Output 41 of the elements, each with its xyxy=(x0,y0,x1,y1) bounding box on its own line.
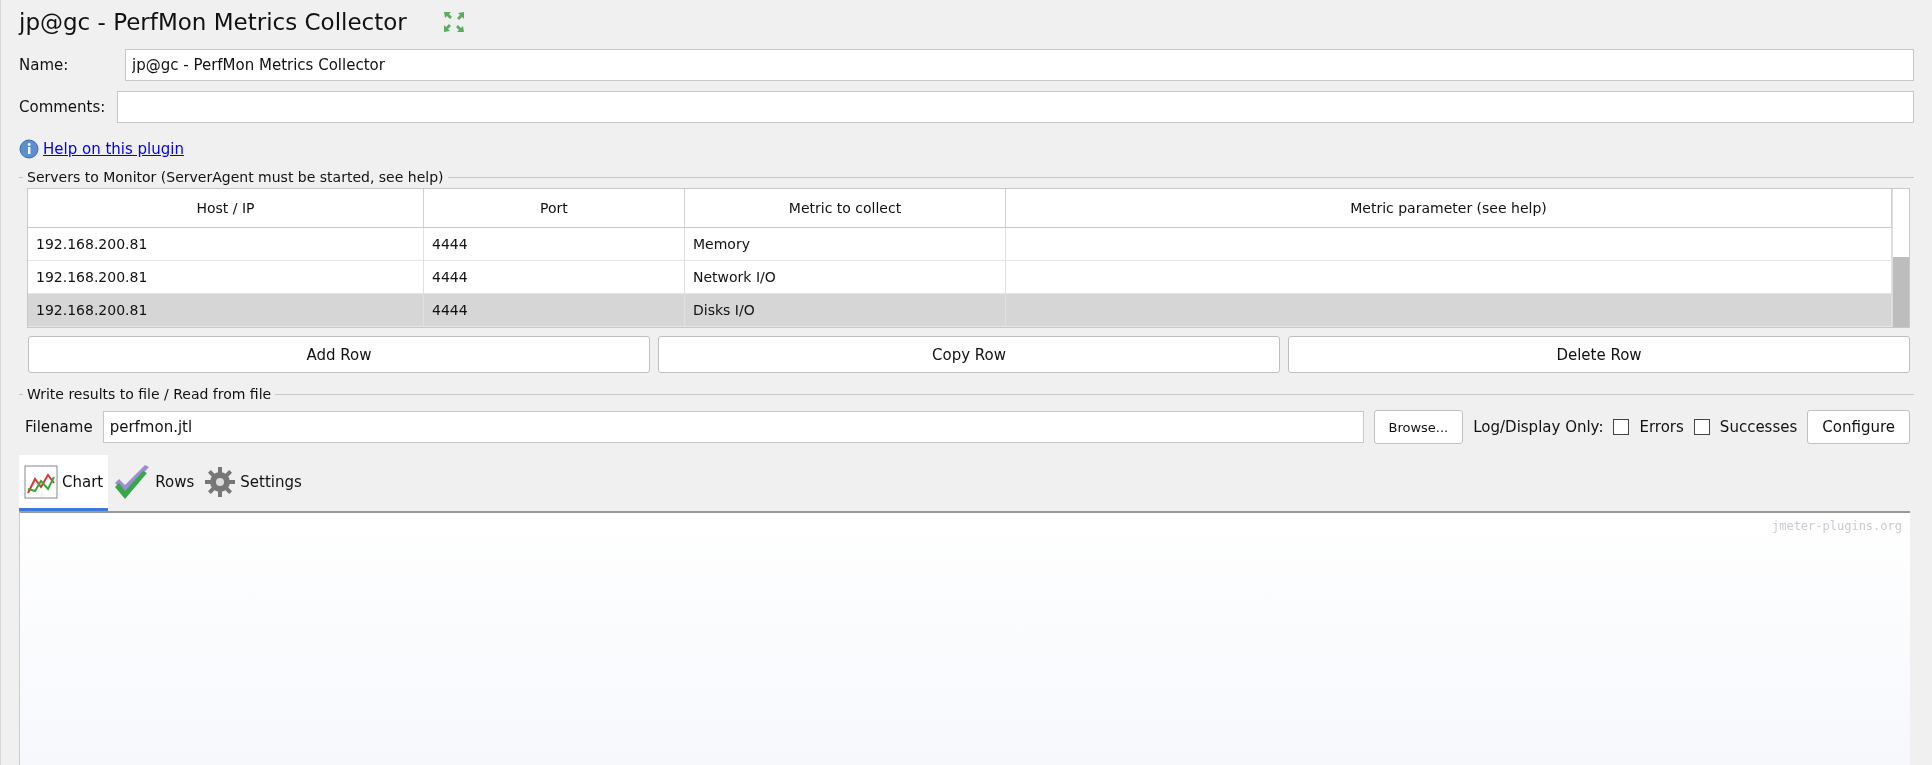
table-cell[interactable] xyxy=(1006,228,1892,261)
scrollbar-thumb[interactable] xyxy=(1893,257,1909,327)
table-action-button[interactable]: Copy Row xyxy=(658,336,1280,373)
log-display-label: Log/Display Only: xyxy=(1473,418,1604,436)
table-cell[interactable]: 192.168.200.81 xyxy=(28,294,424,327)
info-icon xyxy=(19,139,39,159)
configure-button[interactable]: Configure xyxy=(1807,410,1910,444)
tab[interactable]: Chart xyxy=(19,455,109,511)
line-chart-icon xyxy=(24,464,58,499)
table-cell[interactable]: Network I/O xyxy=(685,261,1006,294)
table-cell[interactable]: 4444 xyxy=(424,261,685,294)
gear-icon xyxy=(204,465,237,498)
table-cell[interactable] xyxy=(1006,294,1892,327)
expand-icon[interactable] xyxy=(442,11,465,33)
tab[interactable]: Rows xyxy=(108,455,200,511)
comments-field[interactable] xyxy=(117,91,1914,123)
comments-label: Comments: xyxy=(19,98,107,116)
checkmark-icon xyxy=(113,462,152,501)
table-cell[interactable]: Disks I/O xyxy=(685,294,1006,327)
panel-title: jp@gc - PerfMon Metrics Collector xyxy=(19,9,407,35)
table-cell[interactable]: 192.168.200.81 xyxy=(28,228,424,261)
table-cell[interactable]: 4444 xyxy=(424,228,685,261)
help-link[interactable]: Help on this plugin xyxy=(43,140,184,158)
name-label: Name: xyxy=(19,56,70,74)
checkbox[interactable] xyxy=(1693,419,1710,435)
browse-button[interactable]: Browse... xyxy=(1373,410,1464,444)
tab[interactable]: Settings xyxy=(199,455,307,511)
name-field[interactable]: jp@gc - PerfMon Metrics Collector xyxy=(125,49,1914,81)
table-action-button[interactable]: Add Row xyxy=(28,336,650,373)
filename-label: Filename xyxy=(25,418,93,436)
filename-field[interactable]: perfmon.jtl xyxy=(102,411,1364,443)
table-action-button[interactable]: Delete Row xyxy=(1288,336,1910,373)
table-cell[interactable] xyxy=(1006,261,1892,294)
section-legend: Servers to Monitor (ServerAgent must be started, see help) xyxy=(27,169,444,185)
table-cell[interactable]: 4444 xyxy=(424,294,685,327)
section-legend: Write results to file / Read from file xyxy=(27,386,272,402)
checkbox-label: Errors xyxy=(1639,418,1684,436)
checkbox[interactable] xyxy=(1613,419,1630,435)
table-cell[interactable]: 192.168.200.81 xyxy=(28,261,424,294)
checkbox-label: Successes xyxy=(1719,418,1798,436)
table-cell[interactable]: Memory xyxy=(685,228,1006,261)
